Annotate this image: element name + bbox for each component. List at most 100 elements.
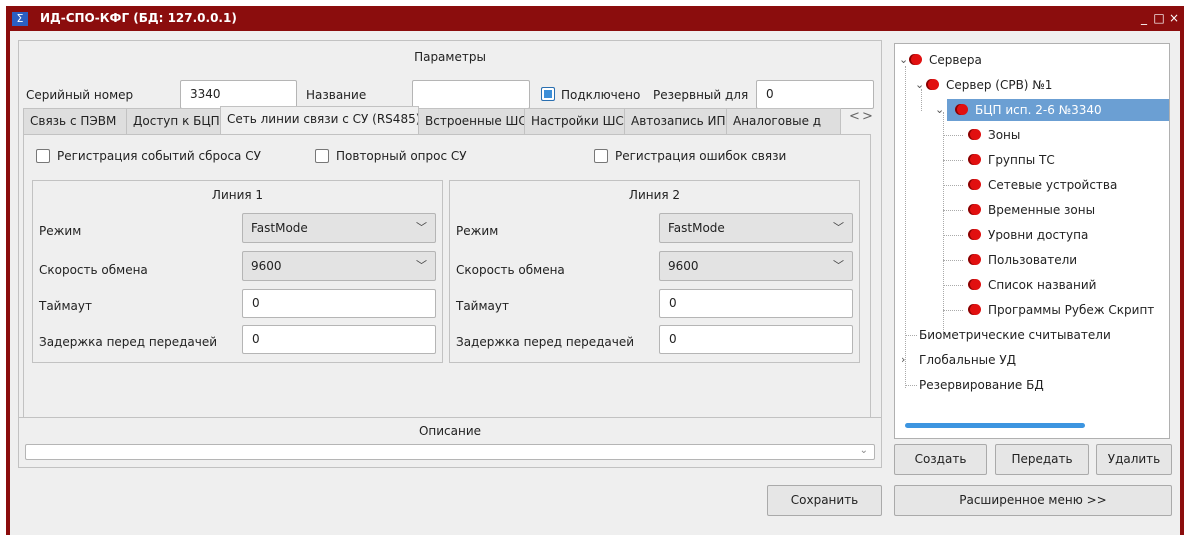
line-2-delay-input[interactable]: 0 — [659, 325, 853, 354]
status-dot-icon — [970, 129, 981, 140]
status-dot-icon — [970, 204, 981, 215]
repeat-poll-checkbox[interactable] — [315, 149, 329, 163]
tree-node-scripts[interactable]: Программы Рубеж Скрипт — [970, 299, 1154, 321]
line-1-mode-select[interactable]: FastMode ﹀ — [242, 213, 436, 243]
tab-builtin-loops[interactable]: Встроенные ШС — [418, 108, 525, 134]
parameters-title: Параметры — [414, 50, 486, 64]
extended-menu-button[interactable]: Расширенное меню >> — [894, 485, 1172, 516]
chevron-down-icon: ﹀ — [416, 259, 427, 272]
tree-node-name-list[interactable]: Список названий — [970, 274, 1096, 296]
tree-node-label: Сетевые устройства — [988, 178, 1118, 192]
tree-guide — [943, 210, 963, 211]
status-dot-icon — [970, 254, 981, 265]
tree-node-biometric[interactable]: Биометрические считыватели — [919, 324, 1111, 346]
chevron-down-icon: ﹀ — [416, 221, 427, 234]
tree-node-label: Сервер (СРВ) №1 — [946, 78, 1053, 92]
status-dot-icon — [911, 54, 922, 65]
name-input[interactable] — [412, 80, 530, 109]
create-button[interactable]: Создать — [894, 444, 987, 475]
tree-guide — [943, 135, 963, 136]
tree-guide — [943, 310, 963, 311]
rs485-tab-page: Регистрация событий сброса СУ Повторный … — [23, 134, 871, 419]
tab-scroll-right-icon[interactable]: > — [862, 109, 873, 124]
tree-node-users[interactable]: Пользователи — [970, 249, 1077, 271]
chevron-down-icon[interactable]: ⌄ — [899, 49, 908, 71]
status-dot-icon — [928, 79, 939, 90]
description-group: Описание ⌄ — [18, 417, 882, 468]
connected-checkbox[interactable] — [541, 87, 555, 101]
tree-node-label: Сервера — [929, 53, 982, 67]
tree-guide — [943, 260, 963, 261]
link-errors-checkbox[interactable] — [594, 149, 608, 163]
tree-node-label: Пользователи — [988, 253, 1078, 267]
line-2-mode-value: FastMode — [668, 221, 725, 235]
sigma-app-icon: Σ — [12, 12, 28, 26]
chevron-down-icon: ﹀ — [833, 259, 844, 272]
line-2-mode-select[interactable]: FastMode ﹀ — [659, 213, 853, 243]
name-label: Название — [306, 88, 367, 102]
tree-guide — [943, 235, 963, 236]
status-dot-icon — [970, 279, 981, 290]
line-1-speed-label: Скорость обмена — [39, 263, 148, 277]
close-icon[interactable]: × — [1166, 9, 1182, 27]
scroll-arrow-icon[interactable]: ⌄ — [860, 444, 868, 458]
line-1-title: Линия 1 — [211, 188, 264, 202]
tree-node-groups[interactable]: Группы ТС — [970, 149, 1055, 171]
tree-node-label: Группы ТС — [988, 153, 1055, 167]
minimize-icon[interactable]: _ — [1136, 9, 1152, 27]
line-1-group: Линия 1 Режим FastMode ﹀ Скорость обмена … — [32, 180, 443, 363]
send-button[interactable]: Передать — [995, 444, 1089, 475]
settings-tab-bar: Связь с ПЭВМ Доступ к БЦП Сеть линии свя… — [23, 106, 871, 135]
line-1-timeout-input[interactable]: 0 — [242, 289, 436, 318]
tree-node-zones[interactable]: Зоны — [970, 124, 1020, 146]
link-errors-label: Регистрация ошибок связи — [615, 149, 787, 163]
horizontal-scrollbar[interactable] — [905, 423, 1085, 428]
line-2-speed-label: Скорость обмена — [456, 263, 565, 277]
tree-node-access-levels[interactable]: Уровни доступа — [970, 224, 1088, 246]
serial-number-input[interactable]: 3340 — [180, 80, 297, 109]
tree-node-network-devices[interactable]: Сетевые устройства — [970, 174, 1117, 196]
tab-rs485-network[interactable]: Сеть линии связи с СУ (RS485) — [220, 106, 419, 134]
line-1-timeout-label: Таймаут — [39, 299, 92, 313]
tree-node-global-ud[interactable]: Глобальные УД — [919, 349, 1016, 371]
tree-node-db-backup[interactable]: Резервирование БД — [919, 374, 1044, 396]
line-2-timeout-input[interactable]: 0 — [659, 289, 853, 318]
line-2-title: Линия 2 — [628, 188, 681, 202]
client-area: Параметры Серийный номер 3340 Название П… — [10, 31, 1180, 535]
tree-guide — [943, 112, 944, 334]
tab-autorecord[interactable]: Автозапись ИП — [624, 108, 727, 134]
description-input[interactable]: ⌄ — [25, 444, 875, 460]
line-2-timeout-label: Таймаут — [456, 299, 509, 313]
line-1-speed-select[interactable]: 9600 ﹀ — [242, 251, 436, 281]
tree-node-server[interactable]: Сервер (СРВ) №1 — [928, 74, 1052, 96]
reset-events-checkbox[interactable] — [36, 149, 50, 163]
app-window: Σ ИД-СПО-КФГ (БД: 127.0.0.1) _ □ × Парам… — [6, 6, 1184, 535]
save-button[interactable]: Сохранить — [767, 485, 882, 516]
chevron-down-icon[interactable]: ⌄ — [935, 99, 944, 121]
tree-guide — [905, 66, 906, 388]
line-2-speed-select[interactable]: 9600 ﹀ — [659, 251, 853, 281]
tab-bcp-access[interactable]: Доступ к БЦП — [126, 108, 221, 134]
chevron-down-icon[interactable]: ⌄ — [915, 74, 924, 96]
tab-analog[interactable]: Аналоговые д — [726, 108, 841, 134]
reset-events-label: Регистрация событий сброса СУ — [57, 149, 261, 163]
delete-button[interactable]: Удалить — [1096, 444, 1172, 475]
tab-pc-link[interactable]: Связь с ПЭВМ — [23, 108, 127, 134]
tab-scroll-left-icon[interactable]: < — [849, 109, 860, 124]
tree-node-servers[interactable]: Сервера — [911, 49, 982, 71]
serial-number-label: Серийный номер — [26, 88, 134, 102]
line-2-group: Линия 2 Режим FastMode ﹀ Скорость обмена … — [449, 180, 860, 363]
tree-node-time-zones[interactable]: Временные зоны — [970, 199, 1095, 221]
line-1-speed-value: 9600 — [251, 259, 282, 273]
device-tree: ⌄ Сервера ⌄ Сервер (СРВ) №1 БЦП исп. 2-6… — [894, 43, 1170, 439]
tab-loop-settings[interactable]: Настройки ШС — [524, 108, 625, 134]
repeat-poll-label: Повторный опрос СУ — [336, 149, 467, 163]
tree-node-device-selected[interactable]: БЦП исп. 2-6 №3340 — [947, 99, 1169, 121]
line-1-delay-label: Задержка перед передачей — [39, 335, 218, 349]
line-1-delay-input[interactable]: 0 — [242, 325, 436, 354]
chevron-down-icon: ﹀ — [833, 221, 844, 234]
chevron-right-icon[interactable]: › — [901, 349, 905, 371]
maximize-icon[interactable]: □ — [1151, 9, 1167, 27]
tree-node-label: Временные зоны — [988, 203, 1096, 217]
reserve-for-input[interactable]: 0 — [756, 80, 874, 109]
